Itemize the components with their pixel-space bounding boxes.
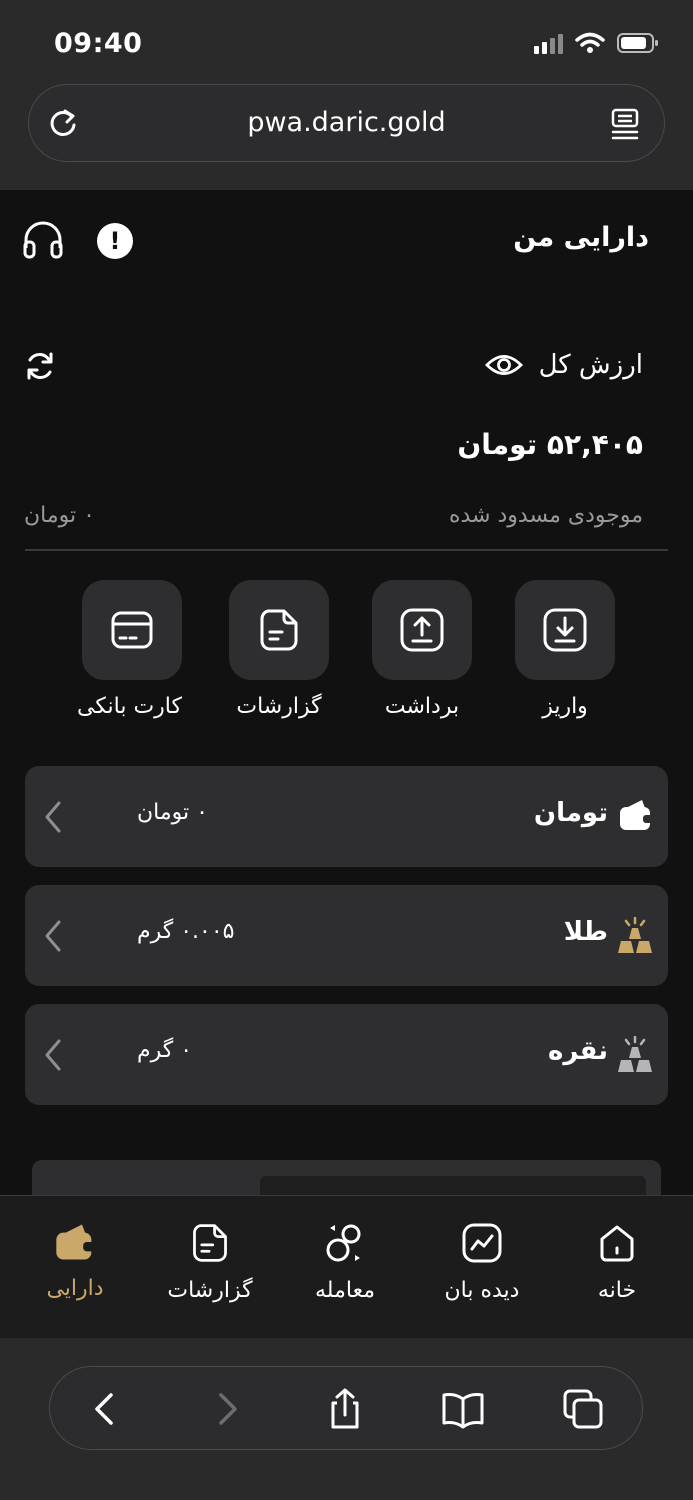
silver-bars-icon [618,1036,652,1072]
wallet-icon [56,1224,95,1260]
blocked-balance-value: ۰ تومان [24,503,95,528]
battery-icon [617,33,658,53]
tab-reports[interactable]: گزارشات [150,1222,270,1303]
asset-row-silver[interactable]: نقره ۰ گرم [25,1004,668,1105]
tab-trade[interactable]: معامله [285,1222,405,1303]
headset-icon[interactable] [22,220,64,260]
asset-value: ۰.۰۰۵ گرم [137,919,235,944]
tabs-icon[interactable] [561,1387,605,1431]
asset-row-gold[interactable]: طلا ۰.۰۰۵ گرم [25,885,668,986]
status-icons [534,32,659,54]
info-icon[interactable]: ! [97,223,133,259]
url-bar[interactable]: pwa.daric.gold [28,84,665,162]
share-icon[interactable] [323,1387,367,1431]
asset-name: نقره [548,1036,608,1066]
page-title: دارایی من [513,222,649,253]
reports-button[interactable]: گزارشات [229,580,329,719]
tab-home[interactable]: خانه [557,1222,677,1303]
tab-label: خانه [597,1278,637,1303]
chevron-left-icon [45,1039,61,1071]
browser-toolbar [49,1366,643,1450]
deposit-button[interactable]: واریز [515,580,615,719]
total-value-amount: ۵۲,۴۰۵ تومان [457,428,643,461]
divider [25,549,668,551]
asset-name: طلا [563,917,608,947]
download-icon [543,608,587,652]
browser-bottom-chrome [0,1338,693,1500]
cellular-signal-icon [534,32,563,54]
chevron-left-icon [45,920,61,952]
deposit-label: واریز [542,694,588,719]
bottom-tab-bar: خانه دیده بان معامله گزارشات دارایی [0,1195,693,1338]
eye-icon[interactable] [485,350,523,380]
wallet-icon [620,800,653,830]
browser-top-chrome: 09:40 pwa.daric.gold [0,0,693,190]
reports-button-tile[interactable] [229,580,329,680]
chart-icon [462,1223,502,1263]
url-text[interactable]: pwa.daric.gold [29,107,664,138]
bank-card-button-tile[interactable] [82,580,182,680]
bookmarks-icon[interactable] [441,1387,485,1431]
blocked-balance-label: موجودی مسدود شده [448,503,643,528]
status-time: 09:40 [54,28,143,59]
withdraw-button-tile[interactable] [372,580,472,680]
bank-card-button[interactable]: کارت بانکی [77,580,182,719]
bank-card-label: کارت بانکی [77,694,182,719]
partial-card [32,1160,661,1195]
tab-watchlist[interactable]: دیده بان [422,1222,542,1303]
home-icon [600,1225,634,1262]
reader-mode-icon[interactable] [610,107,642,141]
forward-icon[interactable] [205,1387,249,1431]
asset-value: ۰ گرم [137,1038,193,1063]
withdraw-label: برداشت [384,694,460,719]
tab-label: معامله [315,1278,375,1303]
withdraw-button[interactable]: برداشت [372,580,472,719]
asset-row-toman[interactable]: تومان ۰ تومان [25,766,668,867]
card-icon [111,611,153,649]
chevron-left-icon [45,801,61,833]
tab-label: دیده بان [444,1278,520,1303]
tab-assets[interactable]: دارایی [15,1222,135,1301]
gold-bars-icon [618,917,652,953]
reports-label: گزارشات [236,694,322,719]
trade-icon [326,1224,361,1262]
asset-name: تومان [533,798,608,828]
refresh-icon[interactable] [24,350,56,382]
partial-card-inner [260,1176,646,1195]
wifi-icon [575,32,605,53]
upload-icon [400,608,444,652]
document-icon [193,1224,227,1262]
tab-label: دارایی [46,1276,104,1301]
document-icon [260,609,298,651]
total-value-label: ارزش کل [538,350,643,380]
back-icon[interactable] [83,1387,127,1431]
app-content: دارایی من ! ارزش کل ۵۲,۴۰۵ تومان موجودی … [0,190,693,1195]
tab-label: گزارشات [167,1278,253,1303]
asset-value: ۰ تومان [137,800,208,825]
deposit-button-tile[interactable] [515,580,615,680]
